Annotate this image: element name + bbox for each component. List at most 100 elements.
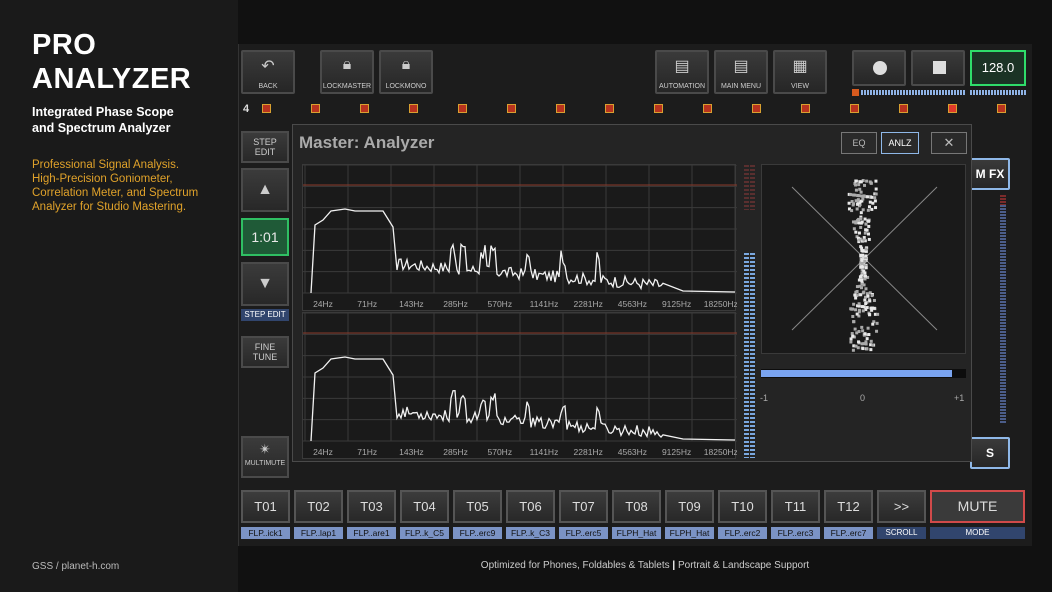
- track-sample-tag: FLP..ick1: [241, 527, 290, 539]
- scroll-tag: SCROLL: [877, 527, 926, 539]
- gonio-point: [852, 302, 856, 306]
- gonio-point: [864, 340, 868, 344]
- freq-tick-label: 18250Hz: [704, 447, 737, 457]
- track-sample-tag: FLP..erc2: [718, 527, 767, 539]
- lockmaster-button[interactable]: 🔒︎ LOCKMASTER: [320, 50, 374, 94]
- gonio-point: [860, 261, 864, 265]
- lockmono-button[interactable]: 🔒︎ LOCKMONO: [379, 50, 433, 94]
- step-pad[interactable]: [556, 104, 565, 113]
- bottom-footer-sep: |: [672, 560, 676, 571]
- track-button[interactable]: T07: [559, 490, 608, 523]
- step-pad[interactable]: [262, 104, 271, 113]
- track-button[interactable]: T04: [400, 490, 449, 523]
- gonio-point: [851, 348, 855, 352]
- stop-button[interactable]: [911, 50, 965, 86]
- step-pad[interactable]: [899, 104, 908, 113]
- close-button[interactable]: ✕: [931, 132, 967, 154]
- step-pad[interactable]: [801, 104, 810, 113]
- track-button[interactable]: T09: [665, 490, 714, 523]
- automation-button[interactable]: ▤ AUTOMATION: [655, 50, 709, 94]
- spectrum-top: 24Hz 71Hz 143Hz 285Hz 570Hz 1141Hz 2281Hz 4563H…: [302, 164, 737, 311]
- down-button[interactable]: ▼: [241, 262, 289, 306]
- fine-tune-button[interactable]: FINE TUNE: [241, 336, 289, 368]
- gonio-point: [865, 347, 869, 351]
- gonio-point: [860, 325, 864, 329]
- track-sample-tag: FLP..erc9: [453, 527, 502, 539]
- step-pad[interactable]: [507, 104, 516, 113]
- freq-tick-label: 4563Hz: [618, 447, 647, 457]
- back-button[interactable]: ↶ BACK: [241, 50, 295, 94]
- gonio-point: [870, 294, 874, 298]
- gonio-point: [861, 197, 865, 201]
- step-pad[interactable]: [752, 104, 761, 113]
- scroll-button[interactable]: >>: [877, 490, 926, 523]
- freq-tick-label: 2281Hz: [574, 299, 603, 309]
- track-button[interactable]: T05: [453, 490, 502, 523]
- s-button[interactable]: S: [970, 437, 1010, 469]
- mute-button[interactable]: MUTE: [930, 490, 1025, 523]
- view-button[interactable]: ▦ VIEW: [773, 50, 827, 94]
- gonio-point: [852, 320, 856, 324]
- gonio-point: [865, 337, 869, 341]
- gonio-point: [855, 207, 859, 211]
- gonio-point: [857, 330, 861, 334]
- track-button[interactable]: T03: [347, 490, 396, 523]
- gonio-point: [858, 238, 862, 242]
- gonio-point: [859, 190, 863, 194]
- track-button[interactable]: T11: [771, 490, 820, 523]
- gonio-point: [857, 302, 861, 306]
- gonio-point: [849, 340, 853, 344]
- gonio-point: [870, 207, 874, 211]
- step-pad[interactable]: [605, 104, 614, 113]
- gonio-point: [870, 195, 874, 199]
- eq-button[interactable]: EQ: [841, 132, 877, 154]
- track-button[interactable]: T02: [294, 490, 343, 523]
- gonio-point: [861, 249, 865, 253]
- step-pad[interactable]: [360, 104, 369, 113]
- step-edit-button[interactable]: STEP EDIT: [241, 131, 289, 163]
- gonio-point: [871, 201, 875, 205]
- gonio-point: [869, 181, 873, 185]
- multimute-label: MULTIMUTE: [244, 460, 286, 467]
- step-pad[interactable]: [948, 104, 957, 113]
- promo-desc-line2: High-Precision Goniometer,: [32, 173, 173, 185]
- triangle-up-icon: ▲: [257, 181, 273, 198]
- step-pad[interactable]: [654, 104, 663, 113]
- record-button[interactable]: [852, 50, 906, 86]
- gonio-point: [847, 201, 851, 205]
- main-menu-button[interactable]: ▤ MAIN MENU: [714, 50, 768, 94]
- step-pad[interactable]: [311, 104, 320, 113]
- gonio-point: [867, 232, 871, 236]
- gonio-point: [849, 337, 853, 341]
- multimute-button[interactable]: ✴ MULTIMUTE: [241, 436, 289, 478]
- track-button[interactable]: T12: [824, 490, 873, 523]
- gonio-point: [864, 247, 868, 251]
- position-display[interactable]: 1:01: [241, 218, 289, 256]
- step-pad[interactable]: [458, 104, 467, 113]
- gonio-point: [859, 211, 863, 215]
- freq-tick-label: 570Hz: [488, 447, 513, 457]
- track-button[interactable]: T10: [718, 490, 767, 523]
- step-pad[interactable]: [850, 104, 859, 113]
- step-edit-line2: EDIT: [254, 147, 276, 157]
- anlz-button[interactable]: ANLZ: [881, 132, 919, 154]
- fine-tune-line2: TUNE: [252, 352, 278, 362]
- promo-panel: PRO ANALYZER Integrated Phase Scope and …: [0, 0, 238, 592]
- step-pad[interactable]: [997, 104, 1006, 113]
- gonio-point: [864, 228, 868, 232]
- fx-button[interactable]: M FX: [970, 158, 1010, 190]
- gonio-point: [863, 277, 867, 281]
- track-button[interactable]: T01: [241, 490, 290, 523]
- up-button[interactable]: ▲: [241, 168, 289, 212]
- tempo-display[interactable]: 128.0: [970, 50, 1026, 86]
- spectrum-top-plot: 24Hz 71Hz 143Hz 285Hz 570Hz 1141Hz 2281Hz 4563H…: [303, 165, 737, 309]
- gonio-point: [854, 221, 858, 225]
- step-pad[interactable]: [409, 104, 418, 113]
- track-button[interactable]: T06: [506, 490, 555, 523]
- track-button[interactable]: T08: [612, 490, 661, 523]
- gonio-point: [869, 339, 873, 343]
- gonio-point: [860, 246, 864, 250]
- step-pad[interactable]: [703, 104, 712, 113]
- gonio-point: [854, 183, 858, 187]
- track-sample-tag: FLP..erc3: [771, 527, 820, 539]
